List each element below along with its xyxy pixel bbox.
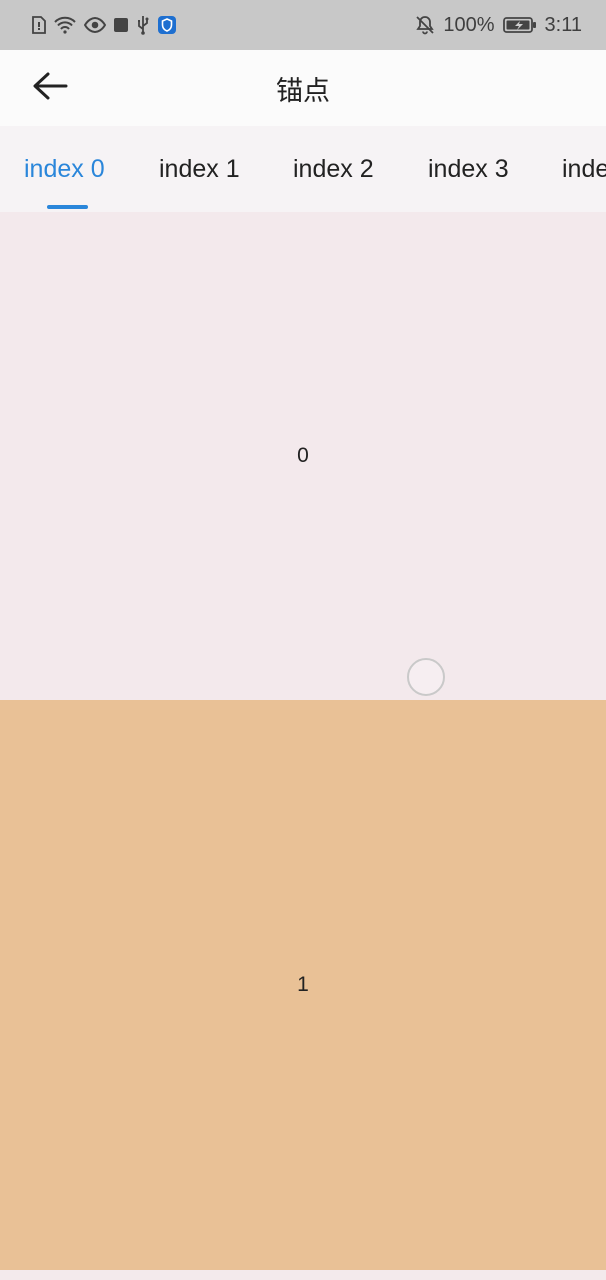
anchor-section-1[interactable]: 1: [0, 700, 606, 1270]
tab-index-0[interactable]: index 0: [24, 126, 105, 212]
back-button[interactable]: [22, 62, 78, 114]
tab-bar: index 0 index 1 index 2 index 3 inde: [0, 126, 606, 212]
status-bar: 100% 3:11: [0, 0, 606, 50]
status-bar-left: [32, 14, 176, 36]
status-time: 3:11: [544, 13, 582, 36]
battery-charging-icon: [502, 14, 537, 36]
status-bar-right: 100% 3:11: [415, 14, 582, 37]
section-label-1: 1: [297, 973, 309, 996]
shield-icon: [158, 16, 176, 34]
wifi-icon: [54, 14, 76, 36]
touch-indicator: [407, 658, 445, 696]
page-title: 锚点: [276, 75, 330, 107]
bell-off-icon: [415, 14, 435, 36]
tab-index-2[interactable]: index 2: [293, 126, 374, 212]
arrow-left-icon: [32, 71, 68, 106]
tab-index-1[interactable]: index 1: [159, 126, 240, 212]
eye-icon: [84, 14, 106, 36]
tab-index-4[interactable]: inde: [562, 126, 606, 212]
section-label-0: 0: [297, 444, 309, 467]
usb-icon: [136, 14, 150, 36]
battery-percent: 100%: [443, 13, 495, 36]
app-bar: 锚点: [0, 50, 606, 126]
anchor-section-0[interactable]: 0: [0, 212, 606, 700]
sim-card-icon: [32, 14, 46, 36]
active-tab-indicator: [47, 205, 88, 209]
square-icon: [114, 14, 128, 36]
tab-index-3[interactable]: index 3: [428, 126, 509, 212]
next-section-edge: [0, 1270, 606, 1280]
